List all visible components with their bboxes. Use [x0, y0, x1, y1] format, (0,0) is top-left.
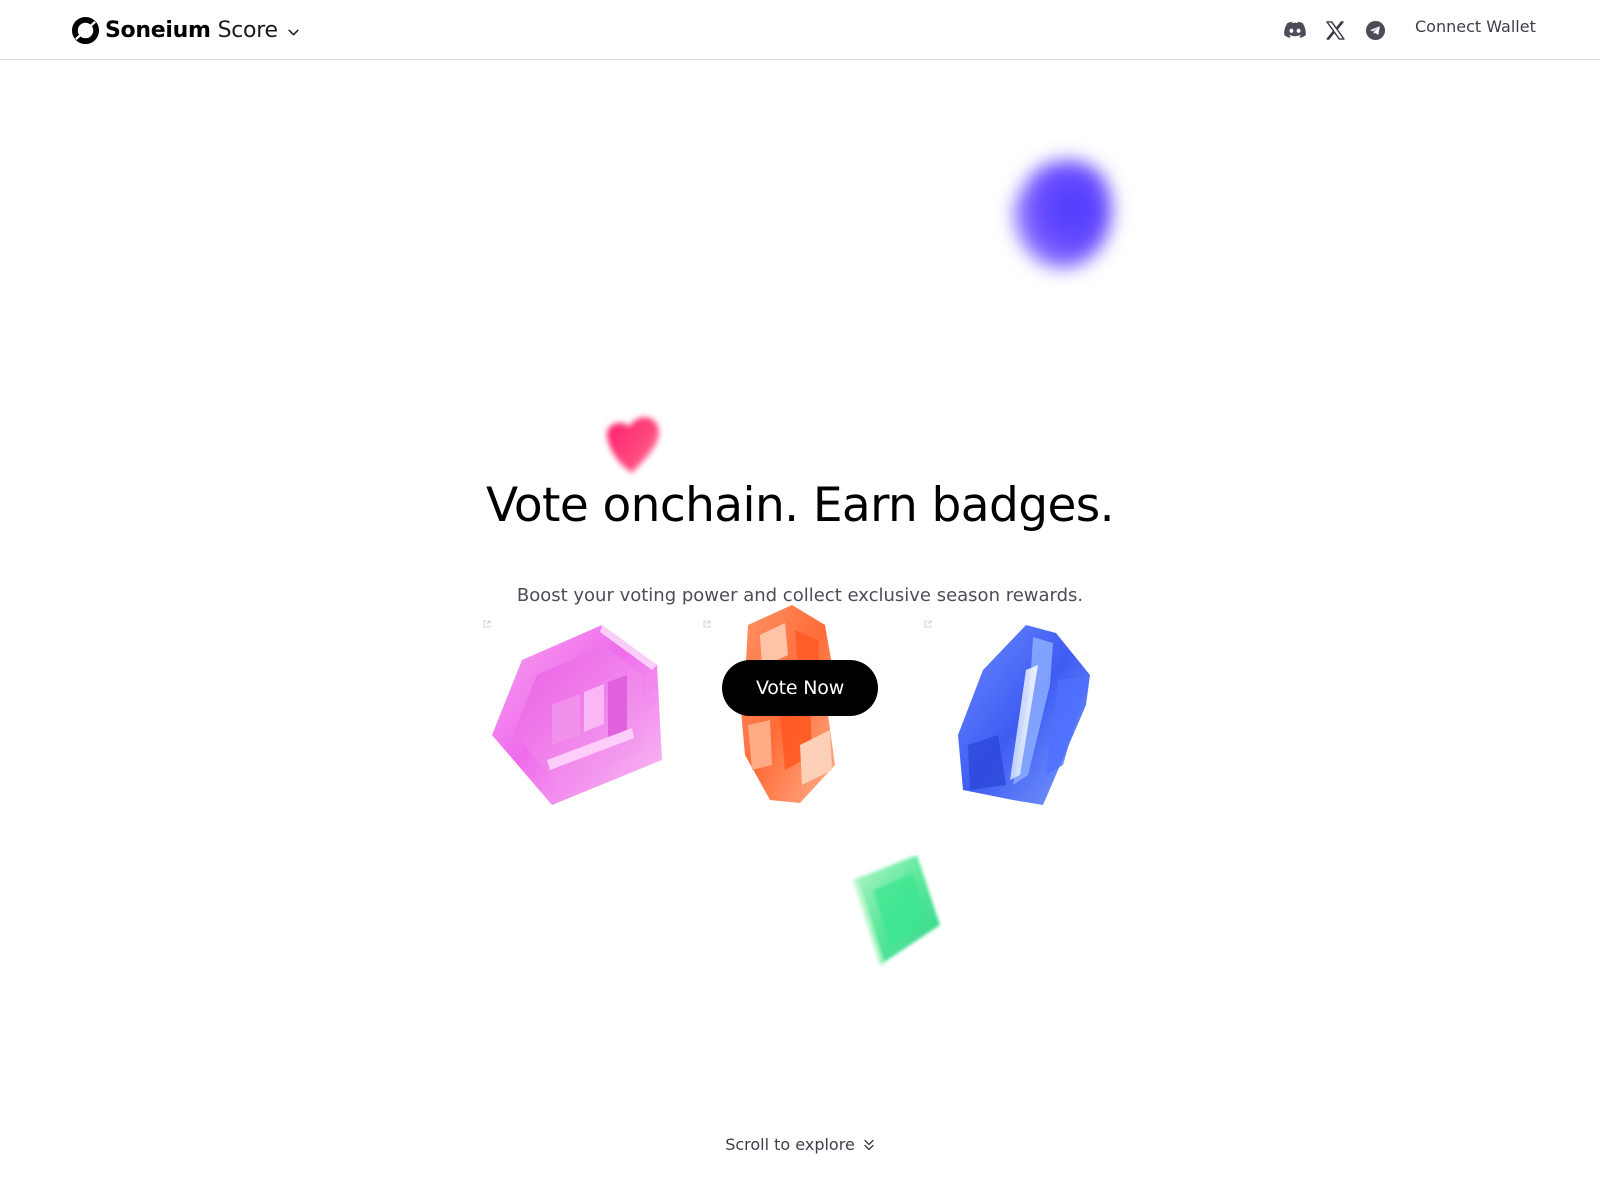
double-chevron-down-icon — [864, 1139, 874, 1150]
purple-blob-decoration — [1013, 159, 1112, 269]
blue-crystal-badge[interactable] — [958, 625, 1098, 810]
hero-title: Vote onchain. Earn badges. — [485, 478, 1115, 533]
brand-switcher[interactable]: Soneium Score — [71, 14, 300, 46]
top-navigation-bar: Soneium Score Connect Wallet — [0, 0, 1600, 60]
brand-name: Soneium — [105, 17, 211, 43]
blue-crystal-badge-art — [958, 625, 1090, 805]
hero-subtitle: Boost your voting power and collect excl… — [516, 585, 1084, 606]
pink-hexagon-badge[interactable] — [492, 620, 682, 810]
vote-now-button[interactable]: Vote Now — [722, 660, 878, 716]
discord-icon — [1284, 21, 1306, 38]
soneium-logo-icon — [71, 16, 100, 44]
brand-product-name: Score — [217, 17, 278, 43]
scroll-to-explore-label: Scroll to explore — [725, 1135, 855, 1154]
telegram-link[interactable] — [1364, 19, 1386, 41]
discord-link[interactable] — [1284, 19, 1306, 41]
external-link-icon — [924, 620, 932, 628]
external-link-icon — [483, 620, 491, 628]
x-link[interactable] — [1324, 19, 1346, 41]
telegram-icon — [1365, 20, 1385, 40]
x-icon — [1325, 20, 1345, 40]
chevron-down-icon — [288, 29, 299, 35]
scroll-to-explore[interactable]: Scroll to explore — [0, 1135, 1600, 1154]
external-link-icon — [703, 620, 711, 628]
pink-hexagon-badge-art — [492, 625, 662, 805]
connect-wallet-button[interactable]: Connect Wallet — [1415, 17, 1536, 36]
green-cube-decoration — [853, 855, 940, 967]
